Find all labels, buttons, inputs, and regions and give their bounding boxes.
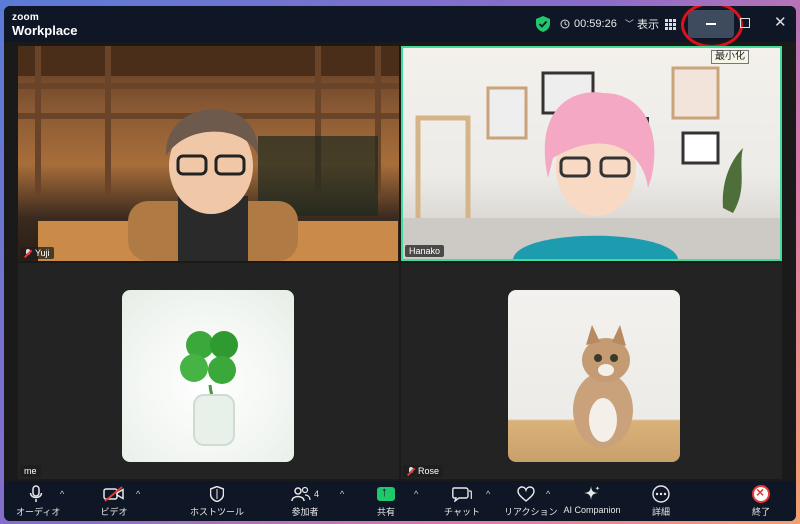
participant-name-tag: me [20,465,41,477]
host-tools-button[interactable]: ホストツール [190,484,244,518]
ai-companion-label: AI Companion [563,505,621,515]
participant-name-tag: Rose [403,465,444,477]
grid-view-icon [665,18,676,30]
profile-picture-clover [122,290,294,462]
video-off-icon [103,486,124,502]
heart-icon [517,486,535,502]
microphone-icon [29,485,43,502]
share-button[interactable]: 共有 [368,484,404,518]
audio-options-caret[interactable]: ^ [60,489,64,499]
share-label: 共有 [376,507,395,517]
meeting-controls-toolbar: オーディオ ^ ビデオ ^ ホストツール 4 参加者 ^ ↑ 共有 ^ チャット… [4,481,796,521]
reactions-label: リアクション [504,507,558,517]
end-meeting-icon [752,484,770,503]
microphone-muted-icon [407,466,415,476]
video-label: ビデオ [100,507,128,517]
participant-name-tag: Yuji [20,247,54,259]
title-bar: zoom Workplace 00:59:26 ﹀ 表示 ✕ [4,6,796,48]
more-dots-icon [652,485,670,503]
host-tools-label: ホストツール [190,507,245,517]
logo-zoom: zoom [12,12,39,23]
participants-icon [291,486,311,502]
sparkle-icon [584,486,600,500]
video-tile-me[interactable]: me [18,263,399,479]
shield-icon [210,486,224,502]
minimize-tooltip: 最小化 [711,50,749,64]
chat-button[interactable]: チャット [440,484,484,518]
video-options-caret[interactable]: ^ [136,489,140,499]
maximize-button[interactable] [740,18,750,28]
clover-image [180,331,238,446]
zoom-logo: zoom Workplace [12,12,78,38]
more-label: 詳細 [651,507,670,517]
end-meeting-button[interactable]: 終了 [746,484,776,518]
close-button[interactable]: ✕ [774,15,787,30]
chat-label: チャット [444,507,480,517]
participants-label: 参加者 [291,507,319,517]
minimize-button[interactable] [688,10,734,38]
hanako-avatar-video [403,66,780,259]
video-tile-yuji[interactable]: Yuji [18,46,399,261]
participant-name: Hanako [409,246,441,256]
meeting-timer[interactable]: 00:59:26 ﹀ [560,17,634,30]
participants-button[interactable]: 4 参加者 [282,484,328,518]
participant-name: Rose [418,466,440,476]
participants-options-caret[interactable]: ^ [340,489,344,499]
participant-name: me [24,466,37,476]
share-options-caret[interactable]: ^ [414,489,418,499]
end-label: 終了 [751,507,770,517]
zoom-window: zoom Workplace 00:59:26 ﹀ 表示 ✕ 最小化 Yuji … [4,6,796,521]
clock-icon [560,19,570,28]
minimize-icon [706,23,716,25]
share-screen-icon [377,484,395,501]
reactions-options-caret[interactable]: ^ [546,489,550,499]
chevron-down-icon: ﹀ [624,19,634,29]
video-button[interactable]: ビデオ [94,484,134,518]
ai-companion-button[interactable]: AI Companion [560,484,624,515]
more-button[interactable]: 詳細 [646,484,676,518]
chat-bubble-icon [452,487,472,502]
participant-name-tag: Hanako [405,245,445,257]
microphone-muted-icon [24,248,32,258]
participant-name: Yuji [35,248,50,258]
video-tile-rose[interactable]: Rose [401,263,782,479]
encryption-shield-icon[interactable] [536,16,550,32]
participants-count: 4 [313,489,319,499]
view-label: 表示 [637,19,659,31]
audio-button[interactable]: オーディオ [16,484,61,518]
yuji-avatar-video [18,46,399,261]
timer-text: 00:59:26 [574,17,617,30]
view-button[interactable]: 表示 [637,16,676,32]
logo-workplace: Workplace [12,23,78,38]
audio-label: オーディオ [16,507,61,517]
video-tile-hanako[interactable]: Hanako [401,46,782,261]
chat-options-caret[interactable]: ^ [486,489,490,499]
cat-image [573,325,633,448]
profile-picture-cat [508,290,680,462]
reactions-button[interactable]: リアクション [504,484,558,518]
